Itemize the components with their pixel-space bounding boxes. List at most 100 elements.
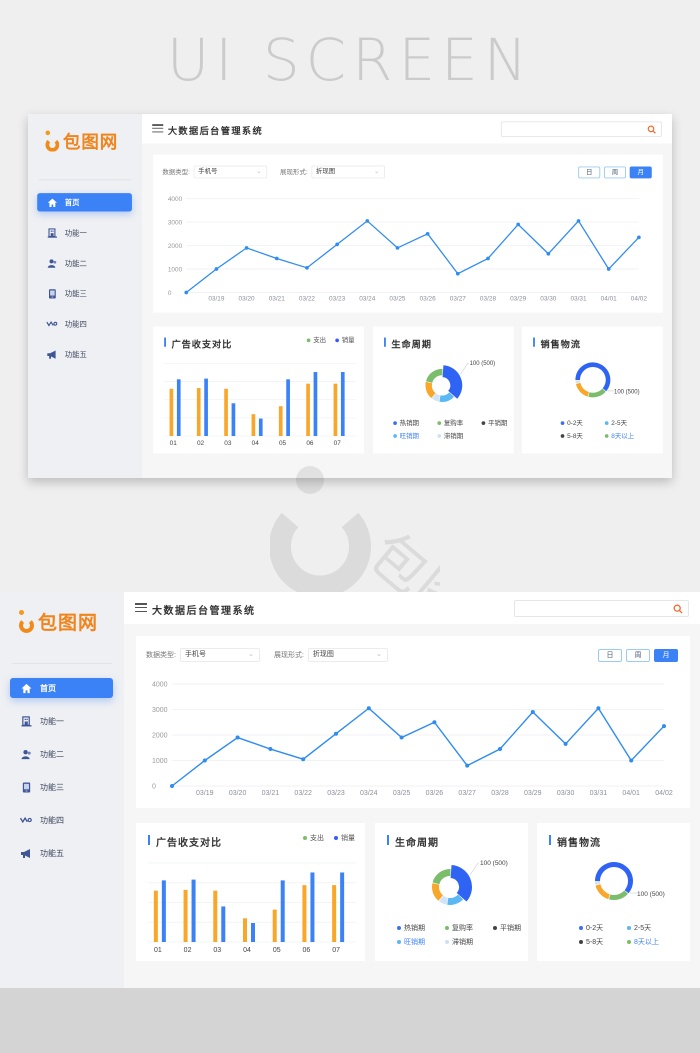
search-icon[interactable]	[647, 125, 656, 134]
data-point	[563, 741, 568, 746]
sidebar-item-feature-1[interactable]: 功能一	[10, 711, 113, 731]
logistics-legend: 0-2天 2-5天 5-8天 8天以上	[560, 419, 649, 441]
sidebar-item-feature-2[interactable]: 功能二	[37, 254, 132, 272]
x-tick-label: 06	[303, 947, 311, 954]
x-tick-label: 07	[332, 947, 340, 954]
y-tick-label: 2000	[152, 733, 168, 740]
sidebar-item-label: 功能二	[40, 749, 64, 759]
sidebar-item-label: 功能四	[64, 319, 87, 328]
x-tick-label: 03/30	[540, 296, 557, 303]
sidebar-item-label: 功能三	[40, 782, 64, 792]
sidebar-item-label: 首页	[64, 198, 80, 207]
lifecycle-donut-chart: 100 (500)	[425, 361, 495, 402]
y-tick-label: 4000	[152, 682, 168, 689]
lifecycle-donut-chart: 100 (500)	[432, 860, 508, 905]
x-tick-label: 03/28	[491, 790, 509, 797]
wave-icon	[46, 318, 58, 329]
sidebar-divider	[12, 663, 112, 664]
legend-item: 0-2天	[560, 419, 605, 428]
donut-slice	[425, 381, 436, 399]
x-tick-label: 03/26	[426, 790, 444, 797]
donut-slice	[575, 380, 581, 384]
bar-sales	[340, 872, 345, 942]
donut-slice	[442, 365, 463, 399]
hamburger-menu-icon[interactable]	[135, 603, 147, 613]
bar-expense	[224, 388, 228, 436]
sidebar-item-feature-4[interactable]: 功能四	[10, 810, 113, 830]
data-point	[432, 720, 437, 725]
x-tick-label: 02	[184, 947, 192, 954]
x-tick-label: 03/28	[480, 296, 497, 303]
sidebar-item-feature-4[interactable]: 功能四	[37, 315, 132, 333]
sidebar-item-feature-3[interactable]: 功能三	[10, 777, 113, 797]
data-point	[486, 256, 490, 261]
sidebar-item-feature-3[interactable]: 功能三	[37, 284, 132, 302]
legend-item: 平销期	[493, 923, 533, 933]
x-tick-label: 03	[213, 947, 221, 954]
search-input[interactable]	[507, 125, 646, 139]
sidebar-item-feature-2[interactable]: 功能二	[10, 744, 113, 764]
brand-logo[interactable]: 包图网	[18, 608, 98, 634]
x-tick-label: 04/02	[631, 296, 648, 303]
sidebar-item-label: 首页	[40, 683, 56, 693]
x-tick-label: 04	[252, 440, 260, 447]
x-tick-label: 03/19	[196, 790, 214, 797]
y-tick-label: 4000	[168, 196, 183, 203]
x-tick-label: 03/29	[510, 296, 527, 303]
search-box[interactable]	[500, 121, 662, 139]
legend-item: 0-2天	[579, 923, 627, 933]
users-icon	[46, 258, 57, 269]
data-point	[395, 246, 400, 250]
tablet-icon	[46, 288, 57, 299]
sidebar-nav: 首页功能一功能二功能三功能四功能五	[10, 678, 113, 876]
x-tick-label: 03/29	[524, 790, 542, 797]
building-icon	[46, 227, 57, 238]
bar-sales	[191, 879, 196, 942]
x-tick-label: 01	[170, 440, 178, 447]
x-tick-label: 04/01	[622, 790, 640, 797]
search-box[interactable]	[514, 600, 689, 619]
megaphone-icon	[20, 847, 32, 859]
hamburger-menu-icon[interactable]	[152, 124, 164, 133]
callout-line	[469, 862, 479, 876]
x-tick-label: 01	[154, 947, 162, 954]
bar-sales	[286, 379, 290, 436]
search-input[interactable]	[521, 604, 671, 619]
donut-slice	[450, 865, 472, 902]
home-icon	[20, 682, 32, 694]
data-point	[637, 235, 641, 240]
legend-item: 旺销期	[397, 937, 445, 947]
search-icon[interactable]	[673, 604, 683, 614]
donut-slice	[595, 881, 601, 885]
logistics-card: 销售物流 100 (500) 0-2天 2-5天 5-8天 8天以上	[522, 326, 663, 454]
sidebar-item-label: 功能二	[64, 258, 87, 268]
tablet-icon	[20, 781, 32, 793]
sidebar-item-feature-1[interactable]: 功能一	[37, 223, 132, 241]
x-tick-label: 02	[197, 440, 205, 447]
legend-item: 2-5天	[604, 419, 649, 428]
data-point	[399, 735, 404, 740]
x-tick-label: 03/19	[208, 296, 225, 303]
bar-expense	[153, 890, 158, 942]
brand-logo[interactable]: 包图网	[45, 129, 119, 153]
sidebar-item-home[interactable]: 首页	[37, 193, 132, 212]
x-tick-label: 06	[306, 440, 314, 447]
legend-item: 8天以上	[604, 431, 649, 440]
bar-sales	[313, 372, 318, 436]
bar-sales	[176, 379, 181, 436]
legend-item: 复购率	[445, 923, 493, 933]
bar-expense	[333, 383, 338, 436]
x-tick-label: 04	[243, 947, 251, 954]
sidebar-item-feature-5[interactable]: 功能五	[10, 843, 113, 863]
bar-expense	[243, 918, 247, 942]
logistics-card: 销售物流 100 (500) 0-2天 2-5天 5-8天 8天以上	[537, 823, 690, 961]
x-tick-label: 03/21	[269, 296, 286, 303]
bar-sales	[258, 418, 263, 436]
sidebar-item-label: 功能一	[40, 716, 64, 726]
ad-comparison-card: 广告收支对比 支出 销量 01 02 03 04 05 06 07	[136, 823, 365, 961]
legend-item: 2-5天	[627, 923, 675, 933]
sidebar-item-home[interactable]: 首页	[10, 678, 113, 698]
sidebar-item-feature-5[interactable]: 功能五	[37, 345, 132, 363]
callout-label: 100 (500)	[614, 390, 640, 396]
bar-sales	[251, 923, 255, 942]
